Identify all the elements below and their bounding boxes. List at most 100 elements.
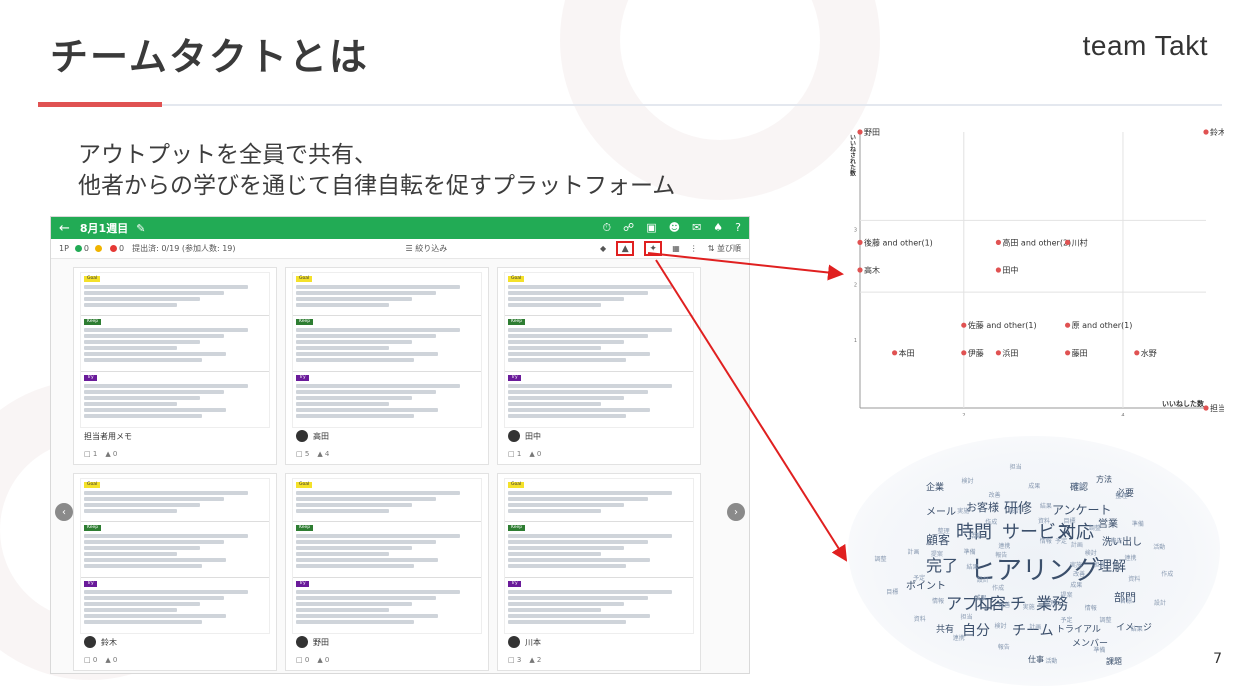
keep-section: Keep [505,315,693,369]
goal-section: Goal [293,479,481,519]
like-button[interactable]: ▲ 4 [317,450,329,458]
board-title: 8月1週目 [79,222,129,235]
text-line [508,346,601,350]
report-card[interactable]: Goal Keep Try 担当者用メモ □ 1 ▲ 0 [73,267,277,465]
text-line [508,297,625,301]
y-tick-label: 3 [854,227,857,233]
more-icon[interactable]: ⋮ [690,244,698,253]
goal-tag: Goal [296,276,313,282]
text-line [508,328,672,332]
comment-count: 0 [92,656,98,664]
text-line [296,596,437,600]
comment-button[interactable]: □ 5 [296,450,309,458]
like-button[interactable]: ▲ 0 [317,656,329,664]
comment-button[interactable]: □ 3 [508,656,521,664]
comment-button[interactable]: □ 0 [296,656,309,664]
announce-icon[interactable]: ✉ [692,221,701,235]
word-cloud: ヒアリング 時間 サービス 対応 アプローチ 業務 内容 完了 研修 アンケート 自分 チーム 理解 顧客… [846,428,1224,690]
word-cloud-minor-word: 実施 [957,507,970,515]
data-point-label: 川村 [1072,237,1088,247]
word-cloud-minor-word: 目標 [886,589,899,597]
timer-icon[interactable]: ⏱ [602,221,611,235]
text-line [296,303,389,307]
status-dot-green [74,245,82,252]
text-line [84,297,201,301]
help-icon[interactable]: ? [735,221,741,235]
comment-button[interactable]: □ 0 [84,656,97,664]
share-icon[interactable]: ☍ [623,221,634,235]
data-point [995,350,1001,356]
word-cloud-word: アンケート [1052,503,1112,517]
report-card[interactable]: Goal Keep Try 高田 □ 5 ▲ 4 [285,267,489,465]
next-page-button[interactable]: › [727,503,745,521]
text-line [84,414,203,418]
text-line [84,546,201,550]
report-card[interactable]: Goal Keep Try 田中 □ 1 ▲ 0 [497,267,701,465]
data-point [995,239,1001,245]
sort-button[interactable]: ⇅ 並び順 [708,243,741,254]
text-line [84,303,177,307]
text-line [84,564,203,568]
card-grid: Goal Keep Try 担当者用メモ □ 1 ▲ 0 Goal Keep T… [73,267,733,671]
filter-button[interactable]: ☰ 絞り込み [406,243,448,254]
word-cloud-minor-word: 設計 [1009,508,1022,516]
card-author-name: 川本 [525,637,541,647]
comment-button[interactable]: □ 1 [84,450,97,458]
word-cloud-minor-word: 資料 [1038,517,1051,525]
word-cloud-minor-word: 担当 [1093,561,1106,569]
arrow-left-icon[interactable]: ← [59,221,70,236]
like-button[interactable]: ▲ 0 [105,656,117,664]
page-selector[interactable]: 1P [59,244,69,253]
card-author: 田中 [508,430,541,442]
view-toggle-icon[interactable]: ▦ [672,244,680,253]
card-content: Goal Keep Try [504,478,694,634]
word-cloud-minor-word: 実施 [1022,603,1035,611]
people-icon[interactable]: ☻ [669,221,680,235]
text-line [296,340,413,344]
word-cloud-word: 課題 [1106,657,1122,666]
like-button[interactable]: ▲ 0 [105,450,117,458]
text-line [296,291,437,295]
x-axis-label: いいねした数 [1162,399,1205,408]
data-point [1065,322,1071,328]
text-line [296,497,437,501]
word-cloud-minor-word: 実施 [1070,562,1083,569]
word-cloud-minor-word: 検討 [1084,550,1097,558]
scatter-plot-button[interactable]: ▲ [616,241,635,256]
word-cloud-minor-word: 予定 [913,575,926,583]
text-line [296,396,413,400]
prev-page-button[interactable]: ‹ [55,503,73,521]
comment-button[interactable]: □ 1 [508,450,521,458]
word-cloud-button[interactable]: ✦ [644,241,663,256]
like-button[interactable]: ▲ 0 [529,450,541,458]
card-author: 担当者用メモ [84,431,132,442]
bell-icon[interactable]: ♠ [713,221,723,235]
pencil-icon[interactable]: ✎ [136,222,145,235]
word-cloud-minor-word: 提案 [930,550,943,558]
text-line [508,503,625,507]
word-cloud-minor-word: 準備 [1131,521,1144,529]
tag-icon[interactable]: ◆ [600,244,606,253]
lock-icon[interactable]: ▣ [646,221,656,235]
data-point-label: 野田 [864,128,880,137]
word-cloud-minor-word: 設計 [1153,599,1166,607]
like-button[interactable]: ▲ 2 [529,656,541,664]
try-tag: Try [508,581,521,587]
report-card[interactable]: Goal Keep Try 鈴木 □ 0 ▲ 0 [73,473,277,671]
y-tick-label: 1 [854,338,857,344]
try-tag: Try [296,375,309,381]
word-cloud-minor-word: 設計 [976,576,989,584]
word-cloud-minor-word: 活動 [969,533,982,541]
data-point [857,129,863,135]
text-line [508,291,649,295]
y-tick-label: 2 [854,283,857,289]
word-cloud-word: 自分 [962,623,990,639]
text-line [296,346,389,350]
report-card[interactable]: Goal Keep Try 野田 □ 0 ▲ 0 [285,473,489,671]
try-section: Try [81,371,269,427]
report-card[interactable]: Goal Keep Try 川本 □ 3 ▲ 2 [497,473,701,671]
word-cloud-minor-word: 活動 [1153,544,1166,552]
word-cloud-minor-word: 調整 [1099,617,1112,625]
text-line [296,503,413,507]
text-line [296,534,460,538]
